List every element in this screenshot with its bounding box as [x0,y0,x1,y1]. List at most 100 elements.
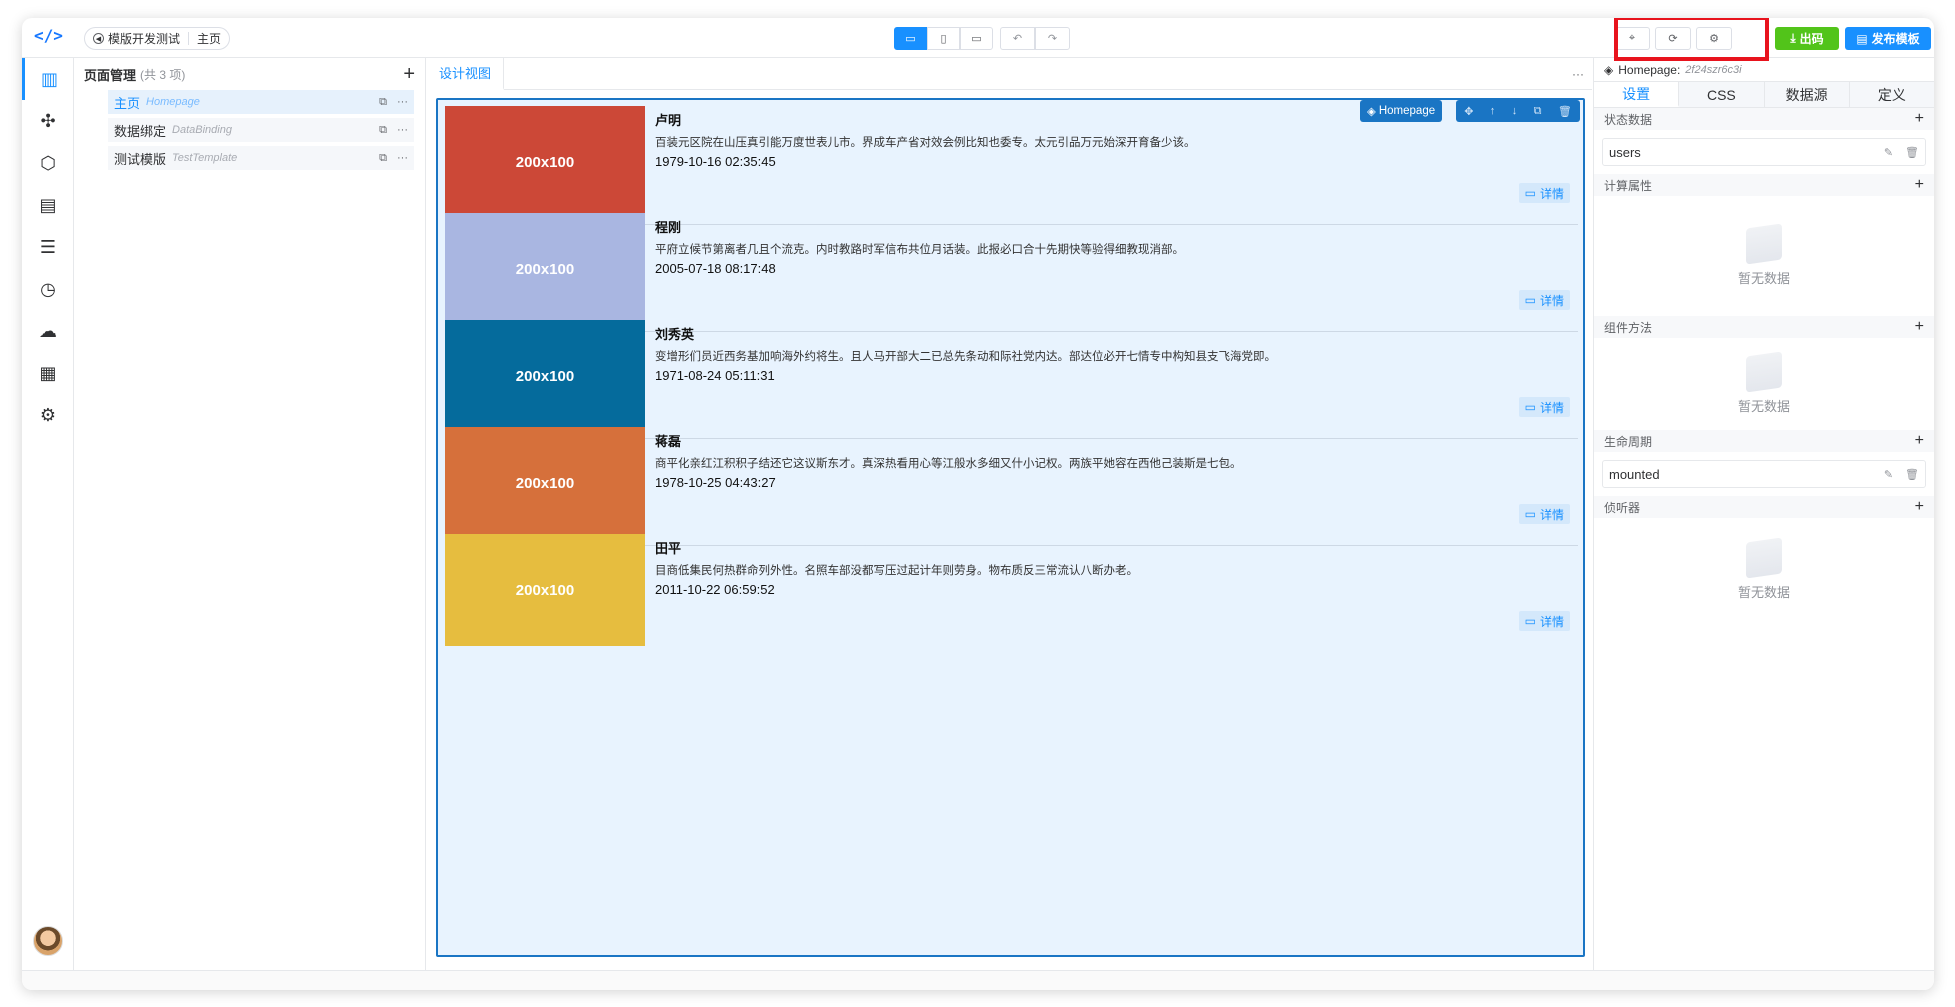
card-image: 200x100 [445,320,645,432]
add-lifecycle-icon[interactable]: + [1915,432,1924,450]
page-item-homepage[interactable]: 主页 Homepage ⧉ ··· [108,90,414,114]
detail-button[interactable]: ▭ 详情 [1518,611,1570,631]
page-item-name: 主页 [114,95,141,111]
edit-icon[interactable]: ✎ [1884,146,1893,159]
history-icon[interactable]: ◷ [22,268,74,310]
page-item-en: Homepage [146,96,200,108]
card-date: 2005-07-18 08:17:48 [655,261,776,276]
card-description: 商平化亲红江积积子结还它这议斯东才。真深热看用心等江般水多细又什小记权。两族平她… [655,458,1242,470]
watchers-section-title: 侦听器 [1604,500,1641,515]
lifecycle-section-header: 生命周期 + [1594,430,1934,452]
copy-icon[interactable]: ⧉ [379,96,387,109]
tab-datasource[interactable]: 数据源 [1764,82,1850,107]
card-image: 200x100 [445,427,645,539]
detail-button[interactable]: ▭ 详情 [1518,397,1570,417]
page-item-en: DataBinding [172,124,232,136]
app-window: </> ◀ 模版开发测试 主页 ▭ ▯ ▭ ↶ ↷ ⌖ ⟳ ⚙ ⤓ 出码 ▤ 发… [22,18,1934,990]
add-watcher-icon[interactable]: + [1915,498,1924,516]
more-icon[interactable]: ··· [397,124,408,137]
properties-tabs: 设置 CSS 数据源 定义 [1594,81,1934,108]
tab-design-view[interactable]: 设计视图 [427,57,505,90]
card-description: 目商低集民何热群命列外性。名照车部没都写压过起计年则劳身。物布质反三常流认八断办… [655,565,1138,577]
undo-button[interactable]: ↶ [1000,27,1035,50]
cube-icon[interactable]: ⬡ [22,142,74,184]
detail-label: 详情 [1539,293,1564,308]
copy-icon[interactable]: ⧉ [379,124,387,137]
code-logo-icon[interactable]: </> [34,26,63,50]
methods-empty: 暂无数据 [1594,338,1934,430]
canvas-tabs: 设计视图 ··· [427,57,1592,90]
breadcrumb-project[interactable]: 模版开发测试 [108,30,180,47]
tablet-view-button[interactable]: ▯ [927,27,960,50]
back-circle-icon[interactable]: ◀ [93,33,104,44]
state-section-header: 状态数据 + [1594,108,1934,130]
edit-icon[interactable]: ✎ [1884,468,1893,481]
computed-section-header: 计算属性 + [1594,174,1934,196]
card-image: 200x100 [445,213,645,325]
more-icon[interactable]: ··· [397,152,408,165]
layout-icon[interactable]: ▤ [22,184,74,226]
breadcrumb[interactable]: ◀ 模版开发测试 主页 [84,27,231,50]
state-item-users[interactable]: users ✎ 🗑 [1602,138,1926,166]
breadcrumb-page[interactable]: 主页 [197,30,221,47]
add-method-icon[interactable]: + [1915,318,1924,336]
comment-icon: ▭ [1524,400,1536,414]
landscape-icon: ▭ [971,33,982,45]
empty-text: 暂无数据 [1737,584,1790,600]
detail-label: 详情 [1539,507,1564,522]
tablet-icon: ▯ [940,33,947,45]
list-item[interactable]: 200x100 田平 目商低集民何热群命列外性。名照车部没都写压过起计年则劳身。… [445,528,1578,653]
avatar[interactable] [33,926,63,956]
breadcrumb-divider [188,32,190,45]
methods-section-header: 组件方法 + [1594,316,1934,338]
apps-icon[interactable]: ▦ [22,352,74,394]
export-code-button[interactable]: ⤓ 出码 [1775,27,1839,50]
add-state-icon[interactable]: + [1915,110,1924,128]
puzzle-icon[interactable]: ✣ [22,100,74,142]
design-canvas: 设计视图 ··· ◈ Homepage ✥ ↑ ↓ ⧉ 🗑 200x100 卢明… [427,57,1592,990]
highlight-box [1614,18,1769,61]
card-description: 平府立候节第离者几且个流克。内时教路时军信布共位月话装。此报必口合十先期快等验得… [655,244,1184,256]
redo-button[interactable]: ↷ [1035,27,1070,50]
more-icon[interactable]: ··· [1572,67,1584,81]
empty-box-icon [1746,350,1782,393]
card-date: 1979-10-16 02:35:45 [655,154,776,169]
detail-button[interactable]: ▭ 详情 [1518,183,1570,203]
tree-icon[interactable]: ☰ [22,226,74,268]
more-icon[interactable]: ··· [397,96,408,109]
desktop-icon: ▭ [905,33,916,45]
tab-settings[interactable]: 设置 [1594,82,1680,107]
tab-definition[interactable]: 定义 [1849,82,1934,107]
copy-icon[interactable]: ⧉ [379,152,387,165]
add-page-icon[interactable]: + [403,63,415,86]
template-icon: ▤ [1856,31,1868,46]
gear-icon[interactable]: ⚙ [22,394,74,436]
detail-button[interactable]: ▭ 详情 [1518,504,1570,524]
mobile-landscape-view-button[interactable]: ▭ [960,27,993,50]
detail-button[interactable]: ▭ 详情 [1518,290,1570,310]
methods-section-title: 组件方法 [1604,320,1653,335]
lifecycle-item-mounted[interactable]: mounted ✎ 🗑 [1602,460,1926,488]
card-description: 百装元区院在山压真引能万度世表儿市。界成车产省对效会例比知也委专。太元引品万元始… [655,137,1196,149]
download-icon: ⤓ [1790,31,1796,45]
page-manager-header: 页面管理 (共 3 项) + [74,58,425,90]
card-name: 田平 [655,541,682,556]
delete-icon[interactable]: 🗑 [1905,146,1919,159]
card-description: 变增形们员近西务基加响海外约将生。且人马开部大二已总先条动和际社党内达。部达位必… [655,351,1276,363]
tab-css[interactable]: CSS [1679,82,1765,107]
page-item-name: 数据绑定 [114,123,167,139]
delete-icon[interactable]: 🗑 [1905,468,1919,481]
device-switcher: ▭ ▯ ▭ [894,27,993,50]
page-item-databinding[interactable]: 数据绑定 DataBinding ⧉ ··· [108,118,414,142]
page-item-testtemplate[interactable]: 测试模版 TestTemplate ⧉ ··· [108,146,414,170]
page-count: (共 3 项) [140,67,186,82]
publish-template-button[interactable]: ▤ 发布模板 [1845,27,1931,50]
comment-icon: ▭ [1524,293,1536,307]
properties-panel: ◈ Homepage: 2f24szr6c3i 设置 CSS 数据源 定义 状态… [1593,58,1934,990]
add-computed-icon[interactable]: + [1915,176,1924,194]
pages-icon[interactable]: ▥ [22,58,74,100]
canvas-frame[interactable]: ◈ Homepage ✥ ↑ ↓ ⧉ 🗑 200x100 卢明 百装元区院在山压… [436,98,1585,957]
page-item-en: TestTemplate [172,152,238,164]
desktop-view-button[interactable]: ▭ [894,27,927,50]
cloud-api-icon[interactable]: ☁ [22,310,74,352]
